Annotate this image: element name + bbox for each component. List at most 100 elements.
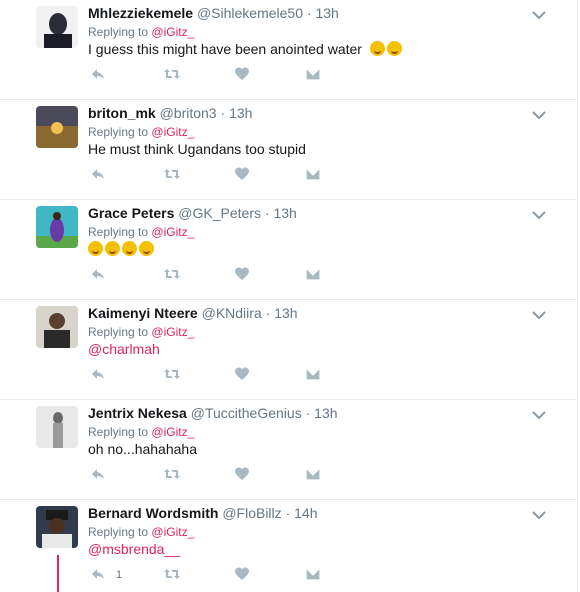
retweet-icon[interactable] (163, 466, 181, 484)
display-name[interactable]: Kaimenyi Nteere (88, 305, 198, 321)
tears-of-joy-emoji (386, 41, 402, 56)
timestamp[interactable]: 13h (314, 405, 337, 421)
chevron-down-icon[interactable] (531, 408, 547, 420)
tweet[interactable]: briton_mk @briton3 · 13h Replying to @iG… (0, 100, 578, 200)
user-handle[interactable]: @KNdiira (202, 305, 262, 321)
tweet-actions: 1 (88, 566, 348, 584)
tweet-text: @charlmah (88, 340, 160, 359)
direct-message-icon[interactable] (305, 466, 321, 484)
like-icon[interactable] (234, 366, 250, 384)
replying-to: Replying to @iGitz_ (88, 125, 194, 140)
replying-to-mention[interactable]: @iGitz_ (151, 525, 194, 539)
replying-to-mention[interactable]: @iGitz_ (151, 25, 194, 39)
separator-dot: · (306, 5, 312, 21)
retweet-icon[interactable] (163, 166, 181, 184)
tweet[interactable]: Jentrix Nekesa @TuccitheGenius · 13h Rep… (0, 400, 578, 500)
tweet[interactable]: Mhlezziekemele @Sihlekemele50 · 13h Repl… (0, 0, 578, 100)
avatar[interactable] (36, 506, 78, 548)
replying-to-label: Replying to (88, 125, 149, 139)
display-name[interactable]: briton_mk (88, 105, 156, 121)
display-name[interactable]: Bernard Wordsmith (88, 505, 218, 521)
avatar[interactable] (36, 6, 78, 48)
reply-icon[interactable] (90, 266, 106, 284)
tears-of-joy-emoji (369, 41, 385, 56)
tweet-text (88, 240, 156, 259)
retweet-icon[interactable] (163, 366, 181, 384)
display-name[interactable]: Jentrix Nekesa (88, 405, 187, 421)
chevron-down-icon[interactable] (531, 208, 547, 220)
replying-to: Replying to @iGitz_ (88, 525, 194, 540)
reply-icon[interactable] (90, 366, 106, 384)
tweet[interactable]: Kaimenyi Nteere @KNdiira · 13h Replying … (0, 300, 578, 400)
replying-to-mention[interactable]: @iGitz_ (151, 425, 194, 439)
like-icon[interactable] (234, 66, 250, 84)
user-handle[interactable]: @Sihlekemele50 (197, 5, 303, 21)
tweet-header: Kaimenyi Nteere @KNdiira · 13h (88, 304, 298, 322)
separator-dot: · (220, 105, 226, 121)
tweet-text-mention[interactable]: @charlmah (88, 341, 160, 357)
reply-icon[interactable] (90, 66, 106, 84)
user-handle[interactable]: @TuccitheGenius (191, 405, 302, 421)
direct-message-icon[interactable] (305, 366, 321, 384)
replying-to: Replying to @iGitz_ (88, 325, 194, 340)
tweet-text-body: oh no...hahahaha (88, 441, 197, 457)
retweet-icon[interactable] (163, 266, 181, 284)
avatar[interactable] (36, 206, 78, 248)
replying-to-label: Replying to (88, 25, 149, 39)
timestamp[interactable]: 13h (274, 305, 297, 321)
tweet-actions (88, 366, 348, 384)
direct-message-icon[interactable] (305, 166, 321, 184)
thread-connector-line (57, 555, 59, 592)
like-icon[interactable] (234, 166, 250, 184)
replying-to-mention[interactable]: @iGitz_ (151, 325, 194, 339)
replying-to: Replying to @iGitz_ (88, 225, 194, 240)
replying-to-label: Replying to (88, 325, 149, 339)
reply-icon[interactable]: 1 (90, 566, 130, 584)
direct-message-icon[interactable] (305, 566, 321, 584)
tweet-header: Grace Peters @GK_Peters · 13h (88, 204, 297, 222)
direct-message-icon[interactable] (305, 66, 321, 84)
tweet-actions (88, 66, 348, 84)
replying-to: Replying to @iGitz_ (88, 25, 194, 40)
tweet-text-mention[interactable]: @msbrenda__ (88, 541, 180, 557)
tweet[interactable]: Grace Peters @GK_Peters · 13h Replying t… (0, 200, 578, 300)
display-name[interactable]: Mhlezziekemele (88, 5, 193, 21)
avatar[interactable] (36, 406, 78, 448)
like-icon[interactable] (234, 566, 250, 584)
replying-to-mention[interactable]: @iGitz_ (151, 225, 194, 239)
user-handle[interactable]: @briton3 (160, 105, 217, 121)
user-handle[interactable]: @FloBillz (222, 505, 281, 521)
user-handle[interactable]: @GK_Peters (178, 205, 261, 221)
tweet-feed: Mhlezziekemele @Sihlekemele50 · 13h Repl… (0, 0, 580, 592)
separator-dot: · (305, 405, 311, 421)
reply-icon[interactable] (90, 166, 106, 184)
tweet-text: @msbrenda__ (88, 540, 180, 559)
timestamp[interactable]: 14h (294, 505, 317, 521)
replying-to-label: Replying to (88, 225, 149, 239)
chevron-down-icon[interactable] (531, 108, 547, 120)
retweet-icon[interactable] (163, 66, 181, 84)
reply-icon[interactable] (90, 466, 106, 484)
like-icon[interactable] (234, 266, 250, 284)
tweet-header: Mhlezziekemele @Sihlekemele50 · 13h (88, 4, 339, 22)
chevron-down-icon[interactable] (531, 8, 547, 20)
tweet-text-body: He must think Ugandans too stupid (88, 141, 306, 157)
timestamp[interactable]: 13h (315, 5, 338, 21)
separator-dot: · (264, 205, 270, 221)
retweet-icon[interactable] (163, 566, 181, 584)
tweet-actions (88, 266, 348, 284)
tweet-header: Bernard Wordsmith @FloBillz · 14h (88, 504, 317, 522)
display-name[interactable]: Grace Peters (88, 205, 174, 221)
avatar[interactable] (36, 106, 78, 148)
chevron-down-icon[interactable] (531, 508, 547, 520)
tweet-text: oh no...hahahaha (88, 440, 197, 459)
timestamp[interactable]: 13h (229, 105, 252, 121)
timestamp[interactable]: 13h (273, 205, 296, 221)
direct-message-icon[interactable] (305, 266, 321, 284)
tweet[interactable]: Bernard Wordsmith @FloBillz · 14h Replyi… (0, 500, 578, 592)
confused-face-emoji (122, 241, 137, 256)
chevron-down-icon[interactable] (531, 308, 547, 320)
like-icon[interactable] (234, 466, 250, 484)
avatar[interactable] (36, 306, 78, 348)
replying-to-mention[interactable]: @iGitz_ (151, 125, 194, 139)
